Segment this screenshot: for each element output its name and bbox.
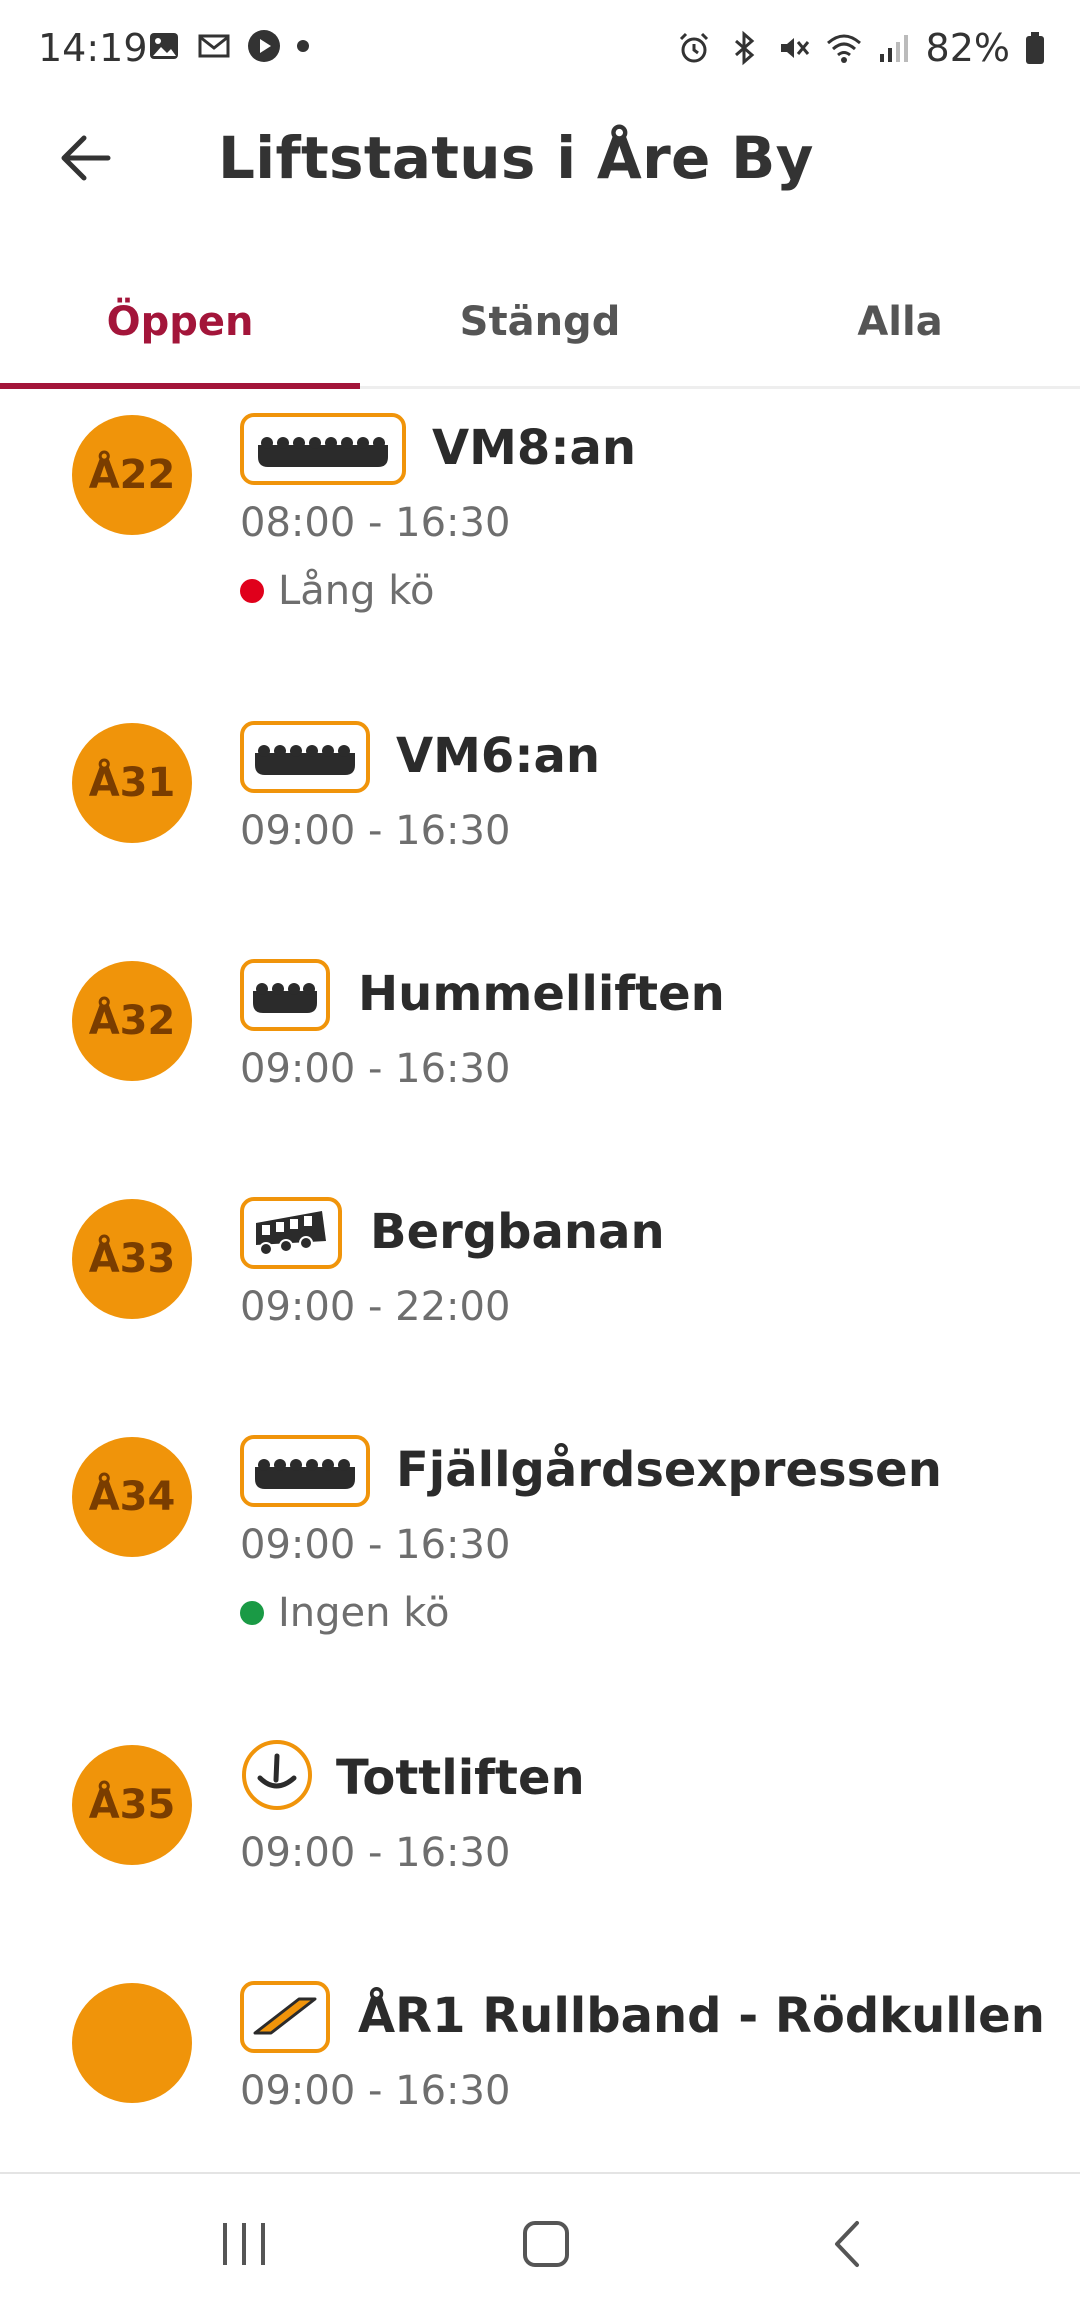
status-time: 14:19 — [38, 26, 148, 70]
lift-hours: 09:00 - 16:30 — [240, 1830, 511, 1876]
recent-apps-icon — [223, 2223, 265, 2265]
lift-hours: 08:00 - 16:30 — [240, 500, 511, 546]
arrow-left-icon — [61, 135, 111, 181]
queue-label: Ingen kö — [278, 1590, 450, 1636]
chairlift-6-icon — [240, 721, 370, 793]
mute-icon — [780, 38, 809, 58]
battery-percent: 82% — [925, 26, 1010, 70]
lift-hours: 09:00 - 16:30 — [240, 808, 511, 854]
lift-name: Bergbanan — [370, 1204, 665, 1260]
home-button[interactable] — [496, 2202, 596, 2286]
page-title: Liftstatus i Åre By — [218, 124, 814, 192]
home-icon — [523, 2221, 569, 2267]
youtube-icon — [248, 30, 280, 62]
lift-hours: 09:00 - 22:00 — [240, 1284, 511, 1330]
status-left-icons — [146, 28, 310, 64]
lift-name: Hummelliften — [358, 966, 725, 1022]
lift-code-badge: Å32 — [72, 961, 192, 1081]
lift-hours: 09:00 - 16:30 — [240, 1046, 511, 1092]
queue-status: Lång kö — [240, 568, 434, 614]
recent-apps-button[interactable] — [194, 2202, 294, 2286]
lift-code-badge: Å33 — [72, 1199, 192, 1319]
status-right: 82% — [676, 26, 1046, 70]
lift-name: ÅR1 Rullband - Rödkullen — [358, 1988, 1045, 2044]
gmail-icon — [198, 34, 230, 58]
tab-closed[interactable]: Stängd — [360, 258, 720, 386]
wifi-icon — [826, 34, 861, 63]
gondola-8-icon — [240, 413, 406, 485]
conveyor-icon — [240, 1981, 330, 2053]
lift-code-badge: Å35 — [72, 1745, 192, 1865]
t-bar-icon — [242, 1740, 312, 1810]
queue-label: Lång kö — [278, 568, 435, 614]
alarm-icon — [679, 32, 708, 63]
system-nav-bar — [0, 2172, 1080, 2318]
tab-all[interactable]: Alla — [720, 258, 1080, 386]
queue-dot-green — [240, 1601, 264, 1625]
battery-icon — [1026, 32, 1044, 64]
back-button[interactable] — [46, 118, 126, 198]
tab-indicator — [0, 383, 360, 389]
lift-code-badge: Å34 — [72, 1437, 192, 1557]
back-icon — [835, 2221, 859, 2267]
status-bar: 14:19 82% — [0, 0, 1080, 96]
bluetooth-icon — [734, 30, 754, 66]
nav-back-button[interactable] — [798, 2202, 898, 2286]
lift-name: Fjällgårdsexpressen — [396, 1442, 942, 1498]
chairlift-6-icon — [240, 1435, 370, 1507]
queue-status: Ingen kö — [240, 1590, 449, 1636]
lift-code-badge: Å22 — [72, 415, 192, 535]
app-bar: Liftstatus i Åre By — [0, 96, 1080, 226]
lift-name: Tottliften — [336, 1750, 585, 1806]
lift-name: VM8:an — [432, 420, 637, 476]
tab-open[interactable]: Öppen — [0, 258, 360, 386]
gallery-icon — [150, 33, 178, 59]
signal-icon — [879, 35, 908, 62]
chairlift-4-icon — [240, 959, 330, 1031]
lift-code-badge — [72, 1983, 192, 2103]
queue-dot-red — [240, 579, 264, 603]
funicular-icon — [240, 1197, 342, 1269]
lift-hours: 09:00 - 16:30 — [240, 2068, 511, 2114]
lift-name: VM6:an — [396, 728, 601, 784]
lift-code-badge: Å31 — [72, 723, 192, 843]
tab-bar: Öppen Stängd Alla — [0, 258, 1080, 389]
dot-icon — [297, 40, 309, 52]
lift-hours: 09:00 - 16:30 — [240, 1522, 511, 1568]
